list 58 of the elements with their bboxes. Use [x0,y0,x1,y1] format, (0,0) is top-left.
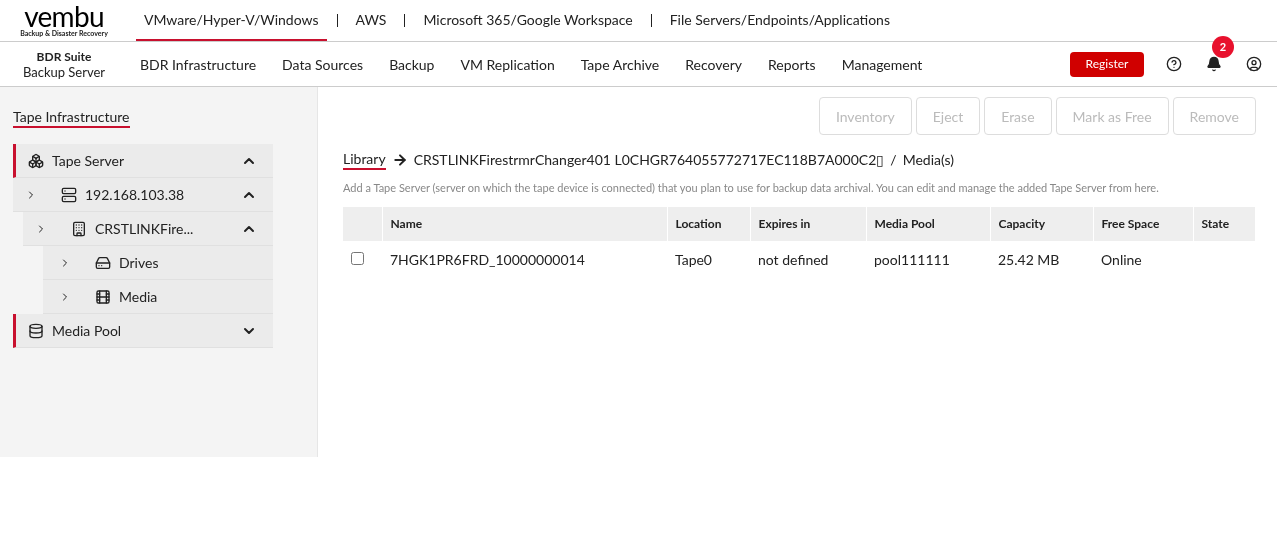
nav-item[interactable]: Management [841,53,923,75]
breadcrumb-device: CRSTLINKFirestrmrChanger401 L0CHGR764055772717EC118B7A000C2▯ [413,150,885,170]
product-tab[interactable]: AWS [347,0,395,41]
product-tab[interactable]: Microsoft 365/Google Workspace [415,0,641,41]
column-header[interactable]: Free Space [1093,206,1193,241]
product-tab[interactable]: VMware/Hyper-V/Windows [136,0,327,41]
tree-item[interactable]: Tape Server [13,144,273,178]
column-header[interactable]: Name [382,206,667,241]
tree-item-label: Drives [119,253,160,273]
register-button[interactable]: Register [1070,51,1144,77]
suite-subtitle: Backup Server [22,63,106,80]
nav-item[interactable]: Tape Archive [580,53,660,75]
tree-item[interactable]: Drives [43,246,273,280]
help-icon[interactable] [1166,56,1182,72]
tree-item-label: Tape Server [52,151,125,171]
table-cell: Online [1101,251,1142,268]
nav-item[interactable]: VM Replication [460,53,555,75]
tree-item[interactable]: Media Pool [13,314,273,348]
tree-item[interactable]: CRSTLINKFire... [23,212,273,246]
tree-item[interactable]: 192.168.103.38 [13,178,273,212]
table-cell: 25.42 MB [998,251,1060,268]
database-icon [28,322,44,339]
description-text: Add a Tape Server (server on which the tape device is connected) that you plan to use for backup data archival. You can edit and manage the added Tape Server from here. [343,180,1160,196]
cubes-icon [28,152,44,169]
tree-item-label: CRSTLINKFire... [95,219,195,239]
breadcrumb-link[interactable]: Library [343,149,386,170]
column-header[interactable]: Capacity [990,206,1093,241]
sidebar-title: Tape Infrastructure [13,108,130,128]
building-icon [71,220,87,237]
column-header[interactable]: Location [667,206,750,241]
notification-badge: 2 [1212,36,1234,58]
nav-item[interactable]: Reports [768,53,816,75]
breadcrumb-separator: / [890,150,897,170]
film-icon [95,288,111,305]
tree-item-label: Media Pool [52,321,123,341]
brand-logo: vembu [24,3,104,29]
row-checkbox[interactable] [351,252,364,265]
column-header[interactable]: Media Pool [866,206,990,241]
tree-item[interactable]: Media [43,280,273,314]
notification-icon[interactable] [1206,56,1222,72]
nav-item[interactable]: BDR Infrastructure [140,53,257,75]
drive-icon [95,254,111,271]
table-cell: pool111111 [874,251,950,268]
nav-item[interactable]: Recovery [685,53,742,75]
breadcrumb-current: Media(s) [902,150,954,170]
table-cell: not defined [758,251,829,268]
nav-item[interactable]: Data Sources [282,53,364,75]
column-header[interactable]: Expires in [750,206,866,241]
account-icon[interactable] [1246,56,1262,72]
server-icon [61,186,77,203]
nav-item[interactable]: Backup [389,53,435,75]
suite-title: BDR Suite [36,48,92,64]
table-cell: 7HGK1PR6FRD_10000000014 [390,251,585,268]
table-cell: Tape0 [675,251,712,268]
tree-item-label: Media [119,287,159,307]
product-tab[interactable]: File Servers/Endpoints/Applications [661,0,898,41]
tree-item-label: 192.168.103.38 [85,185,186,205]
column-header[interactable]: State [1193,206,1256,241]
